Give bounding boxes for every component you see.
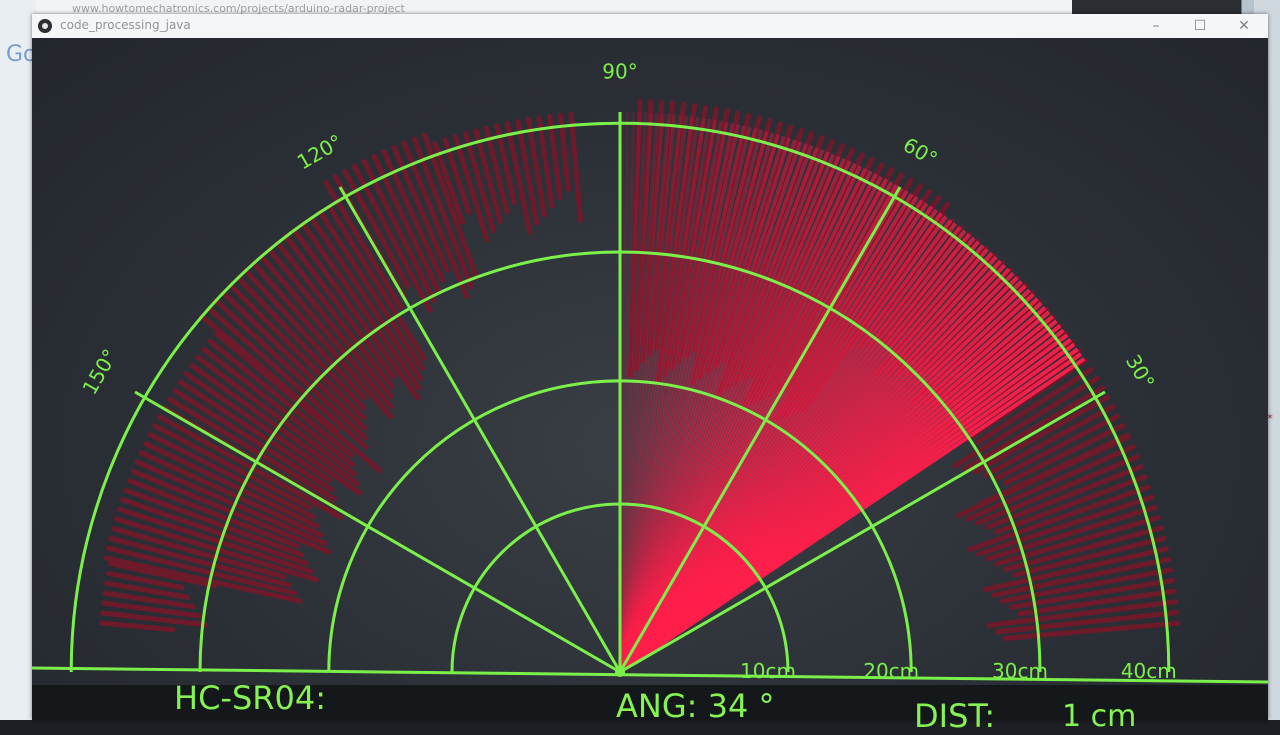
close-button[interactable]: ✕ — [1222, 14, 1266, 38]
processing-sketch-window[interactable]: code_processing_java – ☐ ✕ 30° 60° 90° 120°… — [32, 14, 1268, 735]
background-browser-left-edge: Go — [0, 0, 37, 720]
angle-line — [134, 390, 621, 674]
angle-label: 90° — [602, 59, 637, 83]
distance-label: 40cm — [1121, 659, 1177, 683]
object-bar — [568, 111, 583, 223]
distance-value: 1 cm — [1062, 699, 1137, 734]
maximize-button[interactable]: ☐ — [1178, 14, 1222, 38]
angle-label: 30° — [1121, 350, 1160, 393]
distance-label: 10cm — [740, 659, 796, 683]
angle-label: 150° — [77, 345, 122, 399]
object-bar — [99, 620, 176, 633]
status-bar: HC-SR04: ANG: 34 ° DIST: 1 cm — [32, 679, 1268, 735]
processing-app-icon — [38, 19, 52, 33]
radar-origin — [615, 667, 625, 677]
angle-label: 60° — [899, 133, 942, 172]
radar-display: 30° 60° 90° 120° 150° 10cm 20cm 30cm 40cm — [32, 59, 1268, 684]
object-bar — [515, 118, 540, 226]
sensor-label: HC-SR04: — [174, 679, 326, 717]
object-bar — [1002, 620, 1181, 641]
radar-canvas: 30° 60° 90° 120° 150° 10cm 20cm 30cm 40cm HC-SR0… — [32, 38, 1268, 735]
window-title: code_processing_java — [60, 18, 191, 32]
distance-label: 20cm — [863, 659, 919, 683]
distance-label: 30cm — [992, 659, 1048, 683]
angle-label: 120° — [293, 129, 347, 174]
window-titlebar[interactable]: code_processing_java – ☐ ✕ — [32, 14, 1268, 39]
minimize-button[interactable]: – — [1134, 14, 1178, 38]
angle-line — [338, 186, 622, 673]
angle-readout: ANG: 34 ° — [616, 687, 775, 725]
distance-label: DIST: — [914, 697, 996, 735]
